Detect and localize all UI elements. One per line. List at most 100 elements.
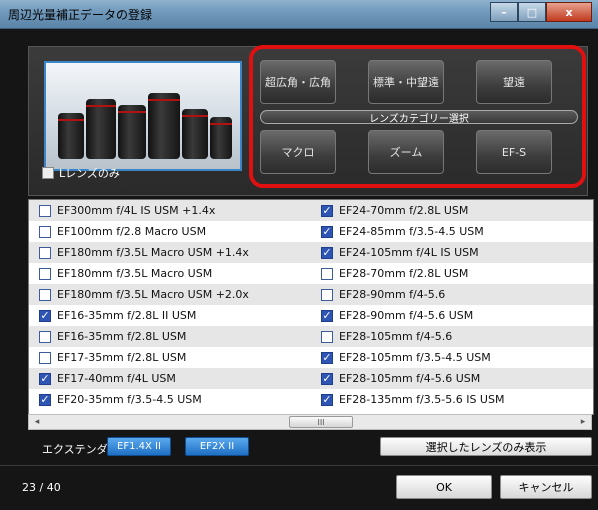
lens-checkbox[interactable]: ✓ — [321, 372, 333, 385]
lens-checkbox[interactable] — [39, 225, 51, 238]
lens-name: EF28-105mm f/3.5-4.5 USM — [339, 351, 491, 364]
lens-name: EF24-70mm f/2.8L USM — [339, 204, 469, 217]
lens-item-right[interactable]: ✓ EF24-70mm f/2.8L USM — [321, 203, 468, 218]
lens-graphic — [86, 99, 116, 159]
selection-count: 23 / 40 — [22, 481, 61, 494]
table-row: EF180mm f/3.5L Macro USM +1.4x ✓ EF24-105m… — [29, 242, 593, 263]
table-row: EF100mm f/2.8 Macro USM ✓ EF24-85mm f/3.5-… — [29, 221, 593, 242]
category-macro-button[interactable]: マクロ — [260, 130, 336, 174]
l-lens-only-box[interactable] — [42, 167, 54, 179]
lens-item-right[interactable]: ✓ EF24-105mm f/4L IS USM — [321, 245, 479, 260]
lens-item-left[interactable]: EF300mm f/4L IS USM +1.4x — [39, 203, 215, 218]
title-bar[interactable]: 周辺光量補正データの登録 – □ x — [0, 0, 598, 29]
lens-item-right[interactable]: ✓ EF28-105mm f/4-5.6 USM — [321, 371, 480, 386]
lens-name: EF28-90mm f/4-5.6 — [339, 288, 446, 301]
ok-button[interactable]: OK — [396, 475, 492, 499]
lens-list: EF300mm f/4L IS USM +1.4x ✓ EF24-70mm f/2.… — [28, 199, 594, 415]
lens-item-right[interactable]: EF28-70mm f/2.8L USM — [321, 266, 468, 281]
lens-checkbox[interactable]: ✓ — [39, 309, 51, 322]
lens-checkbox[interactable]: ✓ — [321, 204, 333, 217]
lens-item-left[interactable]: EF180mm f/3.5L Macro USM +1.4x — [39, 245, 249, 260]
show-selected-only-button[interactable]: 選択したレンズのみ表示 — [380, 437, 592, 456]
dialog-window: 周辺光量補正データの登録 – □ x Lレンズのみ 超広角・広角 標準・中望遠 … — [0, 0, 598, 510]
category-efs-button[interactable]: EF-S — [476, 130, 552, 174]
lens-item-left[interactable]: EF100mm f/2.8 Macro USM — [39, 224, 206, 239]
lens-name: EF20-35mm f/3.5-4.5 USM — [57, 393, 202, 406]
table-row: EF17-35mm f/2.8L USM ✓ EF28-105mm f/3.5-4.… — [29, 347, 593, 368]
lens-item-right[interactable]: ✓ EF28-135mm f/3.5-5.6 IS USM — [321, 392, 504, 407]
lens-name: EF17-35mm f/2.8L USM — [57, 351, 187, 364]
category-select-bar: レンズカテゴリー選択 — [260, 110, 578, 125]
lens-item-right[interactable]: EF28-105mm f/4-5.6 — [321, 329, 452, 344]
lens-name: EF100mm f/2.8 Macro USM — [57, 225, 207, 238]
lens-graphic — [148, 93, 180, 159]
table-row: EF180mm f/3.5L Macro USM EF28-70mm f/2.8L… — [29, 263, 593, 284]
category-standard-button[interactable]: 標準・中望遠 — [368, 60, 444, 104]
lens-item-right[interactable]: ✓ EF24-85mm f/3.5-4.5 USM — [321, 224, 484, 239]
maximize-button[interactable]: □ — [518, 2, 546, 22]
lens-checkbox[interactable]: ✓ — [321, 351, 333, 364]
lens-checkbox[interactable]: ✓ — [321, 225, 333, 238]
lens-item-left[interactable]: EF17-35mm f/2.8L USM — [39, 350, 186, 365]
lens-checkbox[interactable] — [39, 330, 51, 343]
table-row: ✓ EF17-40mm f/4L USM ✓ EF28-105mm f/4-5.6 U… — [29, 368, 593, 389]
close-button[interactable]: x — [546, 2, 592, 22]
lens-checkbox[interactable]: ✓ — [321, 393, 333, 406]
lens-name: EF28-90mm f/4-5.6 USM — [339, 309, 474, 322]
horizontal-scrollbar[interactable]: ◂ III ▸ — [28, 414, 592, 430]
lens-name: EF24-85mm f/3.5-4.5 USM — [339, 225, 484, 238]
lens-item-left[interactable]: EF180mm f/3.5L Macro USM — [39, 266, 212, 281]
lens-graphic — [182, 109, 208, 159]
lens-checkbox[interactable]: ✓ — [39, 372, 51, 385]
scroll-left-arrow-icon[interactable]: ◂ — [31, 416, 43, 428]
table-row: EF300mm f/4L IS USM +1.4x ✓ EF24-70mm f/2.… — [29, 200, 593, 221]
scroll-right-arrow-icon[interactable]: ▸ — [577, 416, 589, 428]
table-row: ✓ EF16-35mm f/2.8L II USM ✓ EF28-90mm f/4-5… — [29, 305, 593, 326]
cancel-button[interactable]: キャンセル — [500, 475, 592, 499]
lens-checkbox[interactable] — [39, 288, 51, 301]
lens-name: EF180mm f/3.5L Macro USM +2.0x — [57, 288, 249, 301]
category-telephoto-button[interactable]: 望遠 — [476, 60, 552, 104]
lens-graphic — [118, 105, 146, 159]
scroll-thumb[interactable]: III — [289, 416, 353, 428]
lens-checkbox[interactable]: ✓ — [39, 393, 51, 406]
minimize-button[interactable]: – — [490, 2, 518, 22]
lens-checkbox[interactable] — [39, 246, 51, 259]
lens-name: EF24-105mm f/4L IS USM — [339, 246, 479, 259]
lens-name: EF28-135mm f/3.5-5.6 IS USM — [339, 393, 505, 406]
lens-item-left[interactable]: EF16-35mm f/2.8L USM — [39, 329, 186, 344]
lens-checkbox[interactable] — [39, 351, 51, 364]
lens-item-right[interactable]: ✓ EF28-105mm f/3.5-4.5 USM — [321, 350, 491, 365]
window-controls: – □ x — [490, 2, 592, 22]
lens-graphic — [58, 113, 84, 159]
category-wide-button[interactable]: 超広角・広角 — [260, 60, 336, 104]
lens-checkbox[interactable] — [39, 267, 51, 280]
lens-name: EF28-105mm f/4-5.6 — [339, 330, 453, 343]
lens-item-right[interactable]: ✓ EF28-90mm f/4-5.6 USM — [321, 308, 473, 323]
lens-checkbox[interactable]: ✓ — [321, 309, 333, 322]
l-lens-only-checkbox[interactable]: Lレンズのみ — [42, 165, 120, 181]
lens-name: EF17-40mm f/4L USM — [57, 372, 176, 385]
lens-item-right[interactable]: EF28-90mm f/4-5.6 — [321, 287, 445, 302]
lens-name: EF28-70mm f/2.8L USM — [339, 267, 469, 280]
lens-checkbox[interactable] — [39, 204, 51, 217]
table-row: EF180mm f/3.5L Macro USM +2.0x EF28-90mm … — [29, 284, 593, 305]
lens-checkbox[interactable]: ✓ — [321, 246, 333, 259]
lens-name: EF16-35mm f/2.8L II USM — [57, 309, 197, 322]
lens-checkbox[interactable] — [321, 267, 333, 280]
lens-item-left[interactable]: ✓ EF20-35mm f/3.5-4.5 USM — [39, 392, 202, 407]
extender-2x-button[interactable]: EF2X II — [185, 437, 249, 456]
category-zoom-button[interactable]: ズーム — [368, 130, 444, 174]
lens-checkbox[interactable] — [321, 288, 333, 301]
lens-item-left[interactable]: ✓ EF17-40mm f/4L USM — [39, 371, 176, 386]
table-row: EF16-35mm f/2.8L USM EF28-105mm f/4-5.6 — [29, 326, 593, 347]
lens-graphic — [210, 117, 232, 159]
lens-name: EF300mm f/4L IS USM +1.4x — [57, 204, 216, 217]
lens-name: EF180mm f/3.5L Macro USM — [57, 267, 213, 280]
lens-lineup-image — [44, 61, 242, 171]
lens-checkbox[interactable] — [321, 330, 333, 343]
lens-item-left[interactable]: ✓ EF16-35mm f/2.8L II USM — [39, 308, 196, 323]
lens-item-left[interactable]: EF180mm f/3.5L Macro USM +2.0x — [39, 287, 249, 302]
lens-name: EF28-105mm f/4-5.6 USM — [339, 372, 481, 385]
extender-1-4x-button[interactable]: EF1.4X II — [107, 437, 171, 456]
